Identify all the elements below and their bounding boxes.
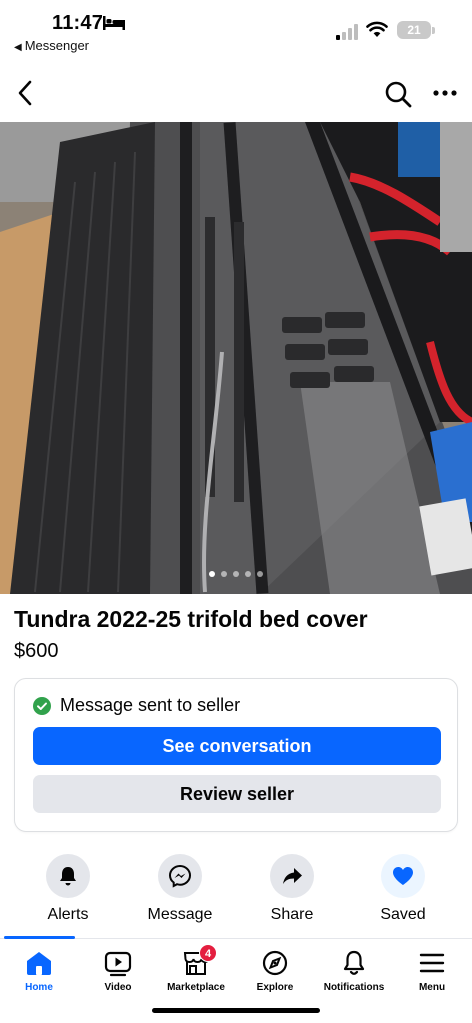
compass-icon [260, 948, 290, 978]
message-sent-row: Message sent to seller [33, 695, 240, 716]
active-tab-indicator [4, 936, 75, 939]
see-conversation-button[interactable]: See conversation [33, 727, 441, 765]
tab-home-label: Home [25, 982, 53, 993]
video-icon [103, 948, 133, 978]
sleep-focus-icon [103, 16, 125, 30]
marketplace-icon: 4 [181, 944, 217, 978]
message-status-card: Message sent to seller See conversation … [14, 678, 458, 832]
listing-photo[interactable] [0, 122, 472, 594]
tab-menu[interactable]: Menu [392, 942, 472, 993]
photo-pagination[interactable] [0, 571, 472, 577]
saved-action[interactable]: Saved [353, 854, 453, 924]
bell-icon [60, 867, 76, 886]
saved-action-circle [381, 854, 425, 898]
hamburger-icon [417, 948, 447, 978]
marketplace-badge: 4 [199, 944, 217, 962]
message-action[interactable]: Message [130, 854, 230, 924]
status-bar: 11:47 ◀ Messenger 21 [0, 0, 472, 58]
review-seller-button[interactable]: Review seller [33, 775, 441, 813]
bottom-tab-bar: Home Video 4 Marketplace Explore Notific… [0, 942, 472, 1000]
battery-indicator: 21 [397, 21, 431, 39]
more-icon[interactable] [432, 88, 458, 98]
tab-home[interactable]: Home [0, 942, 79, 993]
home-icon [24, 948, 54, 978]
listing-actions: Alerts Message Share Saved [0, 854, 472, 930]
listing-photo-image [0, 122, 472, 594]
tab-notifications[interactable]: Notifications [314, 942, 394, 993]
back-triangle-icon: ◀ [14, 42, 22, 53]
alerts-action-circle [46, 854, 90, 898]
battery-tip [432, 27, 435, 34]
message-action-circle [158, 854, 202, 898]
share-action[interactable]: Share [242, 854, 342, 924]
share-action-circle [270, 854, 314, 898]
wifi-icon [366, 21, 388, 37]
bell-icon [339, 948, 369, 978]
tab-menu-label: Menu [418, 982, 446, 993]
pagination-dot[interactable] [209, 571, 215, 577]
pagination-dot[interactable] [257, 571, 263, 577]
alerts-action[interactable]: Alerts [18, 854, 118, 924]
message-label: Message [147, 906, 213, 923]
tab-notifications-label: Notifications [323, 982, 385, 993]
back-to-app-link[interactable]: ◀ Messenger [14, 38, 89, 53]
tab-marketplace[interactable]: 4 Marketplace [156, 942, 236, 993]
messenger-icon [168, 864, 192, 888]
tab-video-label: Video [104, 982, 132, 993]
tab-explore-label: Explore [256, 982, 294, 993]
cellular-signal-icon [336, 24, 358, 40]
heart-icon [393, 867, 413, 885]
battery-level: 21 [407, 23, 421, 37]
listing-price: $600 [14, 640, 59, 662]
check-circle-icon [33, 696, 51, 715]
share-icon [283, 868, 302, 884]
tab-marketplace-label: Marketplace [167, 982, 225, 993]
clock: 11:47 [52, 12, 104, 34]
message-sent-text: Message sent to seller [60, 695, 241, 715]
tab-video[interactable]: Video [78, 942, 158, 993]
saved-label: Saved [380, 906, 426, 923]
top-navigation [0, 70, 472, 120]
tab-explore[interactable]: Explore [235, 942, 315, 993]
pagination-dot[interactable] [233, 571, 239, 577]
pagination-dot[interactable] [221, 571, 227, 577]
search-icon[interactable] [384, 80, 412, 108]
alerts-label: Alerts [47, 906, 89, 923]
chevron-left-icon[interactable] [14, 78, 38, 108]
pagination-dot[interactable] [245, 571, 251, 577]
listing-title: Tundra 2022-25 trifold bed cover [14, 606, 368, 632]
home-indicator [152, 1008, 320, 1013]
share-label: Share [270, 906, 314, 923]
back-app-label: Messenger [24, 38, 90, 53]
